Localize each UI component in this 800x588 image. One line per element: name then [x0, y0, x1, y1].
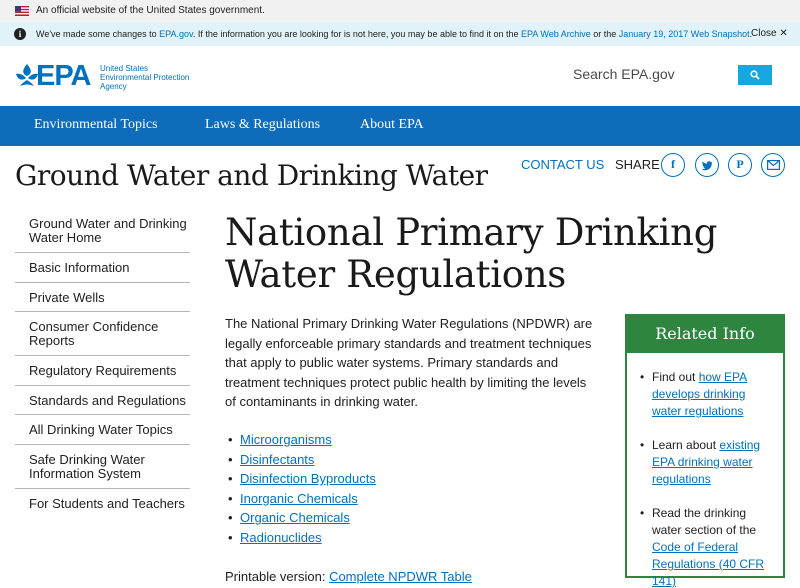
- sidebar-item-private-wells[interactable]: Private Wells: [15, 283, 190, 312]
- sidebar-item-students-teachers[interactable]: For Students and Teachers: [15, 489, 190, 519]
- search-icon: [750, 70, 760, 80]
- sidebar-item-gw-dw-home[interactable]: Ground Water and Drinking Water Home: [15, 209, 190, 253]
- related-item: Learn about existing EPA drinking water …: [638, 437, 776, 488]
- sidebar-item-regulatory-requirements[interactable]: Regulatory Requirements: [15, 356, 190, 386]
- related-info-heading: Related Info: [625, 314, 785, 353]
- related-item: Find out how EPA develops drinking water…: [638, 369, 776, 420]
- complete-npdwr-table-link[interactable]: Complete NPDWR Table: [329, 569, 472, 584]
- related-item: Read the drinking water section of the C…: [638, 505, 776, 588]
- page-title: National Primary Drinking Water Regulati…: [225, 211, 718, 296]
- nav-item-about-epa[interactable]: About EPA: [360, 117, 424, 133]
- gov-banner-text: An official website of the United States…: [36, 5, 265, 16]
- printable-version: Printable version: Complete NPDWR Table: [225, 569, 472, 584]
- agency-name: United States Environmental Protection A…: [100, 64, 190, 91]
- list-item: Organic Chemicals: [225, 508, 376, 528]
- list-item: Disinfectants: [225, 450, 376, 470]
- sidebar-item-all-drinking-water-topics[interactable]: All Drinking Water Topics: [15, 415, 190, 445]
- link-radionuclides[interactable]: Radionuclides: [240, 530, 322, 545]
- close-icon: ✕: [779, 28, 788, 39]
- list-item: Radionuclides: [225, 528, 376, 548]
- pinterest-icon[interactable]: P: [728, 153, 752, 177]
- site-title[interactable]: Ground Water and Drinking Water: [15, 159, 488, 192]
- twitter-icon[interactable]: [695, 153, 719, 177]
- sidebar-item-consumer-confidence-reports[interactable]: Consumer Confidence Reports: [15, 312, 190, 356]
- related-link-cfr[interactable]: Code of Federal Regulations (40 CFR 141): [652, 540, 764, 588]
- link-disinfection-byproducts[interactable]: Disinfection Byproducts: [240, 471, 376, 486]
- share-label: SHARE: [615, 157, 660, 172]
- nav-item-environmental-topics[interactable]: Environmental Topics: [34, 117, 158, 133]
- sidebar-nav: Ground Water and Drinking Water Home Bas…: [15, 209, 190, 519]
- notice-link-web-snapshot[interactable]: January 19, 2017 Web Snapshot: [619, 29, 750, 39]
- list-item: Disinfection Byproducts: [225, 469, 376, 489]
- facebook-icon[interactable]: f: [661, 153, 685, 177]
- us-flag-icon: [15, 6, 29, 16]
- list-item: Microorganisms: [225, 430, 376, 450]
- email-icon[interactable]: [761, 153, 785, 177]
- nav-item-laws-regulations[interactable]: Laws & Regulations: [205, 117, 320, 133]
- related-info-box: Related Info Find out how EPA develops d…: [625, 314, 785, 588]
- contaminant-links: Microorganisms Disinfectants Disinfectio…: [225, 430, 376, 548]
- notice-link-epa[interactable]: EPA.gov: [159, 29, 193, 39]
- sidebar-item-standards-regulations[interactable]: Standards and Regulations: [15, 386, 190, 415]
- close-notice-button[interactable]: Close ✕: [751, 28, 788, 39]
- sidebar-item-sdwis[interactable]: Safe Drinking Water Information System: [15, 445, 190, 489]
- gov-banner: An official website of the United States…: [0, 0, 800, 22]
- logo-wordmark: EPA: [36, 60, 91, 92]
- link-disinfectants[interactable]: Disinfectants: [240, 452, 314, 467]
- link-inorganic-chemicals[interactable]: Inorganic Chemicals: [240, 491, 358, 506]
- sidebar-item-basic-information[interactable]: Basic Information: [15, 253, 190, 283]
- intro-paragraph: The National Primary Drinking Water Regu…: [225, 316, 593, 409]
- search-button[interactable]: [738, 65, 772, 85]
- link-microorganisms[interactable]: Microorganisms: [240, 432, 332, 447]
- list-item: Inorganic Chemicals: [225, 489, 376, 509]
- info-icon: i: [14, 28, 26, 40]
- notice-message: We've made some changes to EPA.gov. If t…: [36, 29, 753, 39]
- site-notice: i We've made some changes to EPA.gov. If…: [0, 22, 800, 46]
- main-nav: Environmental Topics Laws & Regulations …: [0, 106, 800, 146]
- search-input[interactable]: Search EPA.gov: [573, 66, 675, 82]
- link-organic-chemicals[interactable]: Organic Chemicals: [240, 510, 350, 525]
- notice-link-web-archive[interactable]: EPA Web Archive: [521, 29, 591, 39]
- contact-us-link[interactable]: CONTACT US: [521, 157, 604, 172]
